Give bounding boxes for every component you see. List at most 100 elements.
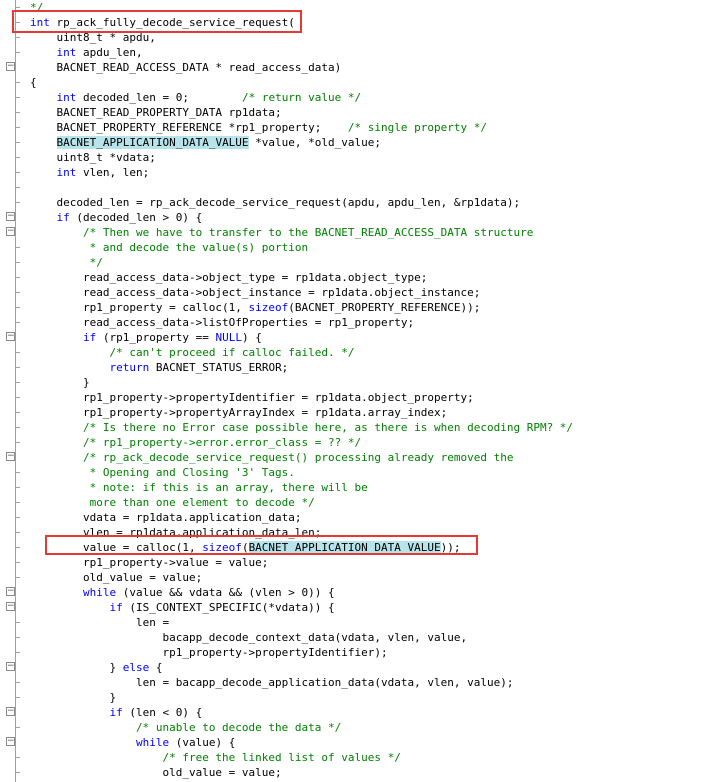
code-line: /* free the linked list of values */ [0, 750, 713, 765]
fold-margin-tick [15, 577, 20, 578]
fold-toggle-icon[interactable]: − [6, 602, 15, 611]
fold-margin-tick [15, 502, 20, 503]
fold-margin-tick [15, 652, 20, 653]
fold-toggle-icon[interactable]: − [6, 452, 15, 461]
fold-margin-tick [15, 382, 20, 383]
code-editor[interactable]: */int rp_ack_fully_decode_service_reques… [0, 0, 713, 782]
code-text[interactable]: uint8_t *vdata; [30, 150, 155, 165]
code-line: * and decode the value(s) portion [0, 240, 713, 255]
code-text[interactable]: if (rp1_property == NULL) { [30, 330, 262, 345]
code-line: − /* rp_ack_decode_service_request() pro… [0, 450, 713, 465]
code-text[interactable]: rp1_property->propertyIdentifier); [30, 645, 387, 660]
fold-toggle-icon[interactable]: − [6, 662, 15, 671]
code-text[interactable]: */ [30, 255, 103, 270]
code-text[interactable]: if (len < 0) { [30, 705, 202, 720]
code-line: rp1_property = calloc(1, sizeof(BACNET_P… [0, 300, 713, 315]
fold-toggle-icon[interactable]: − [6, 212, 15, 221]
code-line: bacapp_decode_context_data(vdata, vlen, … [0, 630, 713, 645]
fold-margin-tick [15, 562, 20, 563]
code-text[interactable]: int vlen, len; [30, 165, 150, 180]
fold-margin-tick [15, 682, 20, 683]
code-text[interactable]: read_access_data->object_instance = rp1d… [30, 285, 480, 300]
fold-toggle-icon[interactable]: − [6, 227, 15, 236]
fold-margin-tick [15, 262, 20, 263]
code-line: int vlen, len; [0, 165, 713, 180]
code-text[interactable]: decoded_len = rp_ack_decode_service_requ… [30, 195, 520, 210]
annotation-box-calloc-line [45, 535, 478, 555]
code-text[interactable]: len = [30, 615, 169, 630]
fold-margin-tick [15, 397, 20, 398]
code-line: − if (IS_CONTEXT_SPECIFIC(*vdata)) { [0, 600, 713, 615]
code-text[interactable]: len = bacapp_decode_application_data(vda… [30, 675, 514, 690]
code-text[interactable]: BACNET_READ_PROPERTY_DATA rp1data; [30, 105, 281, 120]
fold-toggle-icon[interactable]: − [6, 332, 15, 341]
code-line [0, 180, 713, 195]
code-text[interactable]: if (decoded_len > 0) { [30, 210, 203, 225]
fold-toggle-icon[interactable]: − [6, 62, 15, 71]
fold-toggle-icon[interactable]: − [6, 587, 15, 596]
code-line: − while (value && vdata && (vlen > 0)) { [0, 585, 713, 600]
fold-margin-tick [15, 7, 20, 8]
code-text[interactable]: vdata = rp1data.application_data; [30, 510, 302, 525]
code-text[interactable]: rp1_property->propertyArrayIndex = rp1da… [30, 405, 447, 420]
fold-margin-tick [15, 292, 20, 293]
code-text[interactable]: * Opening and Closing '3' Tags. [30, 465, 295, 480]
code-text[interactable]: old_value = value; [30, 570, 202, 585]
code-text[interactable]: rp1_property = calloc(1, sizeof(BACNET_P… [30, 300, 480, 315]
code-line: uint8_t *vdata; [0, 150, 713, 165]
code-text[interactable]: while (value) { [30, 735, 235, 750]
code-text[interactable]: /* rp1_property->error.error_class = ?? … [30, 435, 361, 450]
code-line: more than one element to decode */ [0, 495, 713, 510]
code-line: len = [0, 615, 713, 630]
code-line: /* rp1_property->error.error_class = ?? … [0, 435, 713, 450]
code-text[interactable]: BACNET_READ_ACCESS_DATA * read_access_da… [30, 60, 341, 75]
fold-margin-tick [15, 352, 20, 353]
fold-toggle-icon[interactable]: − [6, 737, 15, 746]
code-line: rp1_property->value = value; [0, 555, 713, 570]
fold-margin-tick [15, 202, 20, 203]
code-text[interactable]: more than one element to decode */ [30, 495, 315, 510]
code-text[interactable]: /* rp_ack_decode_service_request() proce… [30, 450, 513, 465]
code-line: rp1_property->propertyIdentifier = rp1da… [0, 390, 713, 405]
code-text[interactable]: /* free the linked list of values */ [30, 750, 400, 765]
code-text[interactable]: return BACNET_STATUS_ERROR; [30, 360, 288, 375]
code-text[interactable]: old_value = value; [30, 765, 281, 780]
code-text[interactable]: if (IS_CONTEXT_SPECIFIC(*vdata)) { [30, 600, 334, 615]
code-line: return BACNET_STATUS_ERROR; [0, 360, 713, 375]
code-text[interactable]: int decoded_len = 0; /* return value */ [30, 90, 362, 105]
fold-margin-tick [15, 622, 20, 623]
code-text[interactable]: int apdu_len, [30, 45, 143, 60]
code-text[interactable]: /* Is there no Error case possible here,… [30, 420, 573, 435]
fold-margin-tick [15, 487, 20, 488]
code-text[interactable]: } [30, 690, 116, 705]
fold-margin-tick [15, 412, 20, 413]
code-text[interactable]: * and decode the value(s) portion [30, 240, 309, 255]
code-text[interactable]: /* unable to decode the data */ [30, 720, 341, 735]
code-text[interactable]: * note: if this is an array, there will … [30, 480, 368, 495]
code-text[interactable]: rp1_property->propertyIdentifier = rp1da… [30, 390, 474, 405]
code-text[interactable]: /* can't proceed if calloc failed. */ [30, 345, 354, 360]
fold-toggle-icon[interactable]: − [6, 707, 15, 716]
code-text[interactable]: read_access_data->object_type = rp1data.… [30, 270, 427, 285]
code-line: old_value = value; [0, 570, 713, 585]
fold-margin-tick [15, 187, 20, 188]
code-text[interactable]: read_access_data->listOfProperties = rp1… [30, 315, 414, 330]
code-text[interactable]: BACNET_PROPERTY_REFERENCE *rp1_property;… [30, 120, 486, 135]
fold-margin-tick [15, 367, 20, 368]
code-line: − while (value) { [0, 735, 713, 750]
fold-margin-tick [15, 532, 20, 533]
code-text[interactable]: } else { [30, 660, 162, 675]
code-text[interactable]: /* Then we have to transfer to the BACNE… [30, 225, 533, 240]
fold-margin-tick [15, 307, 20, 308]
code-text[interactable]: { [30, 75, 37, 90]
code-text[interactable]: BACNET_APPLICATION_DATA_VALUE *value, *o… [30, 135, 381, 150]
fold-margin-tick [15, 517, 20, 518]
code-text[interactable]: bacapp_decode_context_data(vdata, vlen, … [30, 630, 467, 645]
fold-margin-tick [15, 727, 20, 728]
code-text[interactable]: } [30, 375, 90, 390]
code-text[interactable]: while (value && vdata && (vlen > 0)) { [30, 585, 335, 600]
code-line: − if (rp1_property == NULL) { [0, 330, 713, 345]
fold-margin-tick [15, 157, 20, 158]
code-text[interactable]: rp1_property->value = value; [30, 555, 268, 570]
code-line: rp1_property->propertyIdentifier); [0, 645, 713, 660]
